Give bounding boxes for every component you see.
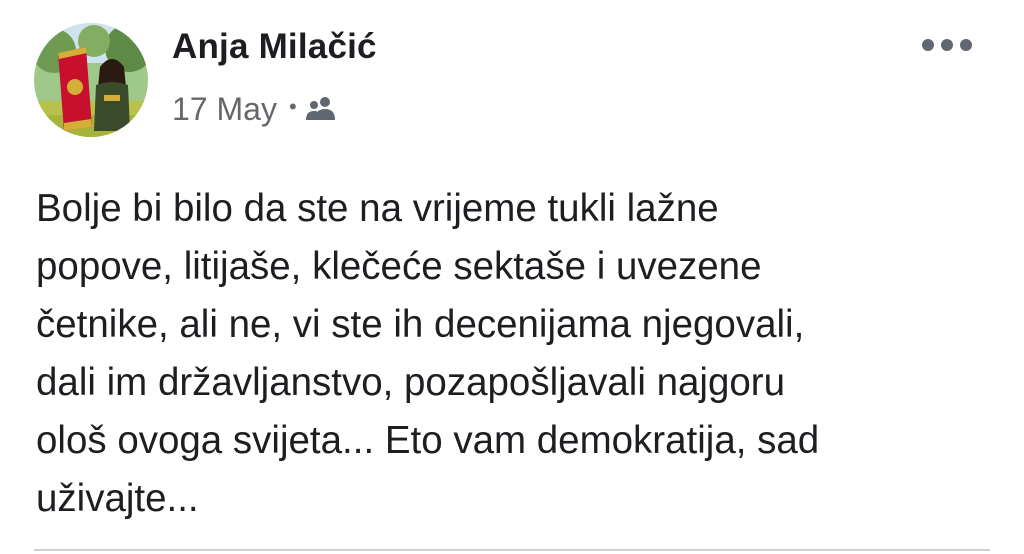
meta-separator: • [288, 94, 297, 119]
more-options-button[interactable] [917, 28, 977, 62]
post-meta: 17 May • [172, 89, 337, 129]
post-text-line: Bolje bi bilo da ste na vrijeme tukli la… [36, 187, 719, 230]
post-text-line: četnike, ali ne, vi ste ih decenijama nj… [36, 303, 805, 346]
divider [34, 549, 990, 551]
post-text-line: dali im državljanstvo, pozapošljavali na… [36, 361, 786, 404]
post-date[interactable]: 17 May [172, 91, 277, 128]
post-text: Bolje bi bilo da ste na vrijeme tukli la… [36, 180, 996, 528]
author-name[interactable]: Anja Milačić [172, 27, 377, 67]
author-avatar[interactable] [34, 23, 148, 137]
post-text-line: uživajte... [36, 477, 199, 520]
facebook-post: Anja Milačić 17 May • Bolje bi bilo da s… [0, 0, 1024, 554]
friends-icon[interactable] [305, 96, 337, 122]
post-text-line: popove, litijaše, klečeće sektaše i uvez… [36, 245, 762, 288]
post-text-line: ološ ovoga svijeta... Eto vam demokratij… [36, 419, 820, 462]
avatar-image [34, 23, 148, 137]
more-options-icon [922, 39, 972, 51]
